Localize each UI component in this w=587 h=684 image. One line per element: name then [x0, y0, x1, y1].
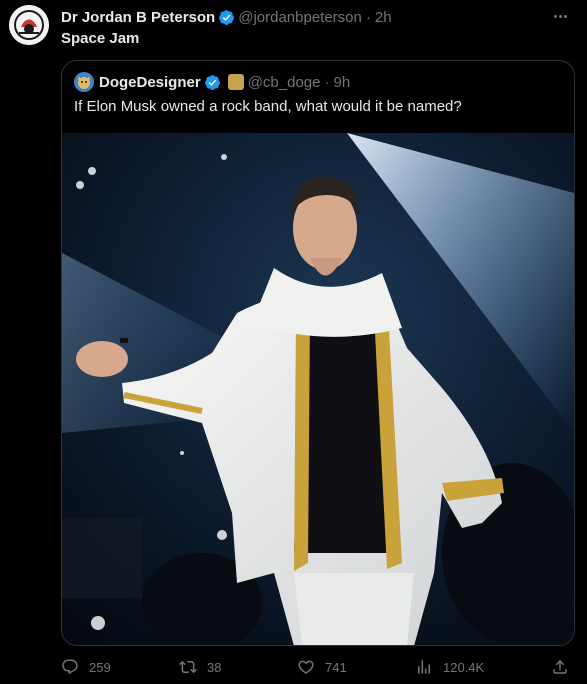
- author-name[interactable]: Dr Jordan B Peterson: [61, 9, 215, 26]
- quote-author-name[interactable]: DogeDesigner: [99, 74, 201, 91]
- author-handle[interactable]: @jordanbpeterson: [238, 9, 362, 26]
- quote-header: DogeDesigner @cb_doge · 9h: [74, 72, 350, 92]
- affiliate-badge-icon: [227, 74, 244, 90]
- quoted-tweet[interactable]: DogeDesigner @cb_doge · 9h If Elon Musk …: [61, 60, 575, 646]
- tweet-actions: 259 38 741 120.4K: [61, 656, 575, 678]
- separator: ·: [324, 73, 330, 91]
- tweet-time[interactable]: 2h: [375, 9, 392, 26]
- share-button[interactable]: [551, 656, 569, 678]
- quote-avatar: [74, 72, 94, 92]
- views-button[interactable]: 120.4K: [415, 656, 484, 678]
- verified-badge-icon: [219, 9, 235, 25]
- retweet-count: 38: [207, 659, 222, 675]
- reply-button[interactable]: 259: [61, 656, 111, 678]
- tweet-header: Dr Jordan B Peterson @jordanbpeterson · …: [61, 8, 392, 26]
- like-icon: [298, 660, 314, 674]
- avatar-icon: [9, 5, 49, 45]
- quote-text: If Elon Musk owned a rock band, what wou…: [74, 98, 462, 115]
- retweet-icon: [179, 660, 197, 674]
- reply-icon: [62, 659, 78, 675]
- tweet: Dr Jordan B Peterson @jordanbpeterson · …: [0, 0, 587, 684]
- separator: ·: [365, 8, 371, 26]
- tweet-text: Space Jam: [61, 30, 140, 47]
- views-count: 120.4K: [443, 659, 485, 675]
- avatar-icon: [74, 72, 94, 92]
- verified-badge-icon: [204, 74, 220, 90]
- more-icon[interactable]: [548, 7, 572, 25]
- views-icon: [418, 660, 430, 674]
- reply-count: 259: [89, 659, 111, 675]
- like-button[interactable]: 741: [297, 656, 347, 678]
- retweet-button[interactable]: 38: [179, 656, 221, 678]
- concert-photo: [62, 133, 574, 645]
- share-icon: [553, 659, 567, 674]
- like-count: 741: [325, 659, 347, 675]
- quote-author-handle[interactable]: @cb_doge: [248, 74, 321, 91]
- quote-image[interactable]: [62, 133, 574, 645]
- author-avatar[interactable]: [9, 5, 49, 45]
- quote-time: 9h: [333, 73, 351, 91]
